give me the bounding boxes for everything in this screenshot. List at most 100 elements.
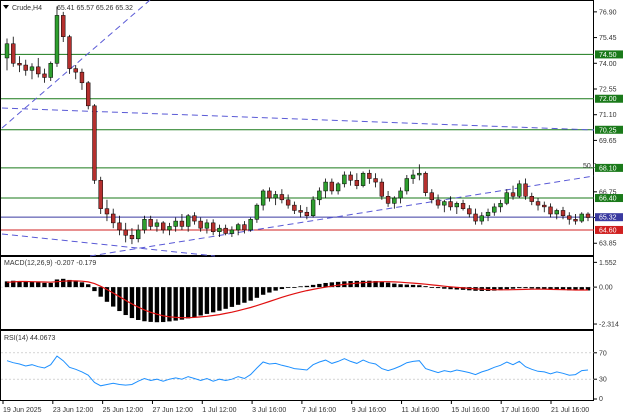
candle-bull	[173, 220, 178, 227]
macd-histogram-bar	[354, 280, 360, 288]
candle-bull	[479, 215, 484, 222]
candle-bear	[292, 204, 297, 211]
time-tick-label: 27 Jun 12:00	[152, 407, 193, 414]
candle-bear	[542, 204, 547, 208]
candle-bear	[367, 172, 372, 179]
macd-histogram-bar	[385, 282, 391, 288]
candle-bear	[36, 66, 41, 75]
price-tick-label: 75.45	[599, 35, 617, 42]
macd-histogram-bar	[36, 282, 41, 288]
candle-bear	[111, 213, 116, 224]
time-tick-label: 1 Jul 12:00	[202, 407, 236, 414]
macd-histogram-bar	[136, 287, 141, 320]
macd-histogram-bar	[142, 287, 147, 322]
candle-bear	[23, 64, 28, 71]
time-tick-label: 15 Jul 16:00	[451, 407, 489, 414]
candle-bull	[48, 63, 53, 78]
candle-bull	[273, 194, 278, 199]
candle-bull	[142, 219, 147, 231]
candle-bull	[485, 211, 491, 217]
candle-bull	[185, 215, 191, 227]
candle-bear	[298, 210, 303, 213]
candle-bull	[504, 192, 509, 204]
macd-label: MACD(12,26,9) -0.207 -0.179	[4, 260, 96, 267]
candle-bull	[498, 203, 503, 208]
candle-bear	[242, 224, 247, 231]
candle-bear	[585, 213, 591, 218]
macd-histogram-bar	[173, 287, 178, 321]
macd-histogram-bar	[285, 287, 291, 288]
candle-bull	[392, 197, 397, 204]
rsi-tick-label: 0	[599, 396, 603, 403]
macd-histogram-bar	[279, 287, 285, 290]
trendline-upper-channel	[1, 107, 595, 131]
macd-histogram-bar	[529, 287, 534, 289]
rsi-line	[6, 355, 589, 387]
candle-bear	[523, 183, 528, 197]
level-label: 70.25	[599, 127, 617, 134]
candle-bear	[79, 71, 85, 84]
fib-label: 50.0	[583, 163, 597, 170]
macd-histogram-bar	[504, 287, 509, 290]
macd-histogram-bar	[79, 282, 85, 288]
level-label: 65.32	[599, 215, 617, 222]
macd-histogram-bar	[523, 287, 528, 289]
macd-histogram-bar	[248, 287, 253, 301]
macd-histogram-bar	[223, 287, 228, 309]
candle-bull	[323, 181, 328, 192]
candle-bear	[529, 196, 534, 202]
macd-histogram-bar	[92, 287, 97, 292]
candle-bull	[235, 224, 241, 231]
macd-histogram-bar	[192, 287, 197, 318]
macd-histogram-bar	[217, 287, 222, 311]
candle-bull	[217, 227, 222, 232]
candle-bear	[379, 181, 385, 197]
candle-bear	[179, 220, 185, 227]
macd-histogram-bar	[317, 283, 322, 288]
macd-histogram-bar	[42, 282, 47, 288]
macd-histogram-bar	[379, 281, 385, 288]
symbol-dropdown-icon[interactable]	[3, 5, 9, 9]
macd-indicator	[1, 278, 594, 323]
candle-bear	[160, 222, 166, 231]
candle-bull	[4, 43, 10, 59]
macd-histogram-bar	[229, 287, 235, 307]
macd-histogram-bar	[23, 281, 28, 288]
horizontal-levels	[1, 53, 594, 231]
level-label: 64.60	[599, 227, 617, 234]
macd-histogram-bar	[298, 286, 303, 288]
candle-bull	[254, 204, 260, 220]
candle-bear	[279, 194, 285, 201]
candle-bear	[535, 201, 541, 206]
macd-histogram-bar	[73, 281, 78, 288]
time-tick-label: 19 Jun 2025	[3, 407, 42, 414]
price-tick-label: 76.90	[599, 9, 617, 16]
level-label: 68.10	[599, 165, 617, 172]
candle-bull	[317, 190, 322, 201]
candle-bull	[167, 226, 172, 231]
macd-histogram-bar	[260, 287, 266, 295]
macd-histogram-bar	[417, 285, 422, 288]
time-tick-label: 21 Jul 16:00	[551, 407, 589, 414]
time-tick-label: 7 Jul 16:00	[302, 407, 336, 414]
macd-histogram-bar	[442, 287, 447, 289]
macd-histogram-bar	[117, 287, 122, 312]
candle-bear	[42, 73, 47, 78]
macd-histogram-bar	[254, 287, 260, 298]
macd-tick-label: 1.552	[599, 260, 617, 267]
macd-axis: 1.552 0.00 -2.314	[594, 260, 619, 329]
trading-chart[interactable]: 50.0 76.9075.4574.0072.5571.1069.6566.75…	[0, 0, 624, 416]
candle-bear	[129, 235, 135, 240]
candle-bear	[435, 199, 441, 206]
candle-bear	[304, 211, 310, 217]
rsi-tick-label: 70	[599, 350, 607, 357]
macd-histogram-bar	[29, 282, 35, 288]
level-label: 66.40	[599, 196, 617, 203]
rsi-label: RSI(14) 44.0673	[4, 335, 55, 342]
candle-bull	[417, 172, 422, 176]
candle-bear	[104, 208, 110, 215]
candle-bear	[329, 181, 335, 192]
candle-bear	[354, 180, 360, 186]
price-tick-label: 74.00	[599, 61, 617, 68]
candle-bull	[442, 201, 447, 206]
